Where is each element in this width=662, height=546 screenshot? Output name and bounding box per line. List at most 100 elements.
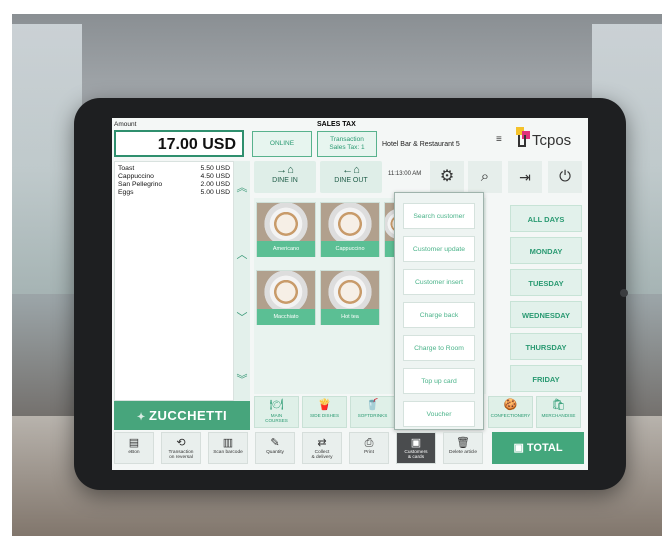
product-macchiato[interactable]: Macchiato bbox=[256, 270, 316, 325]
main-courses-icon: 🍽 bbox=[269, 399, 284, 411]
day-monday[interactable]: MONDAY bbox=[510, 237, 582, 264]
total-label: TOTAL bbox=[526, 442, 563, 454]
settings-gear-icon[interactable]: ⚙ bbox=[430, 161, 464, 193]
popup-top-up-card[interactable]: Top up card bbox=[403, 368, 475, 394]
customers-cards-button[interactable]: ▣ Customers & cards bbox=[396, 432, 436, 464]
trash-icon: 🗑 bbox=[456, 437, 470, 449]
day-thursday[interactable]: THURSDAY bbox=[510, 333, 582, 360]
americano-image bbox=[257, 203, 315, 241]
dine-out-icon: ←⌂ bbox=[342, 164, 360, 176]
popup-voucher[interactable]: Voucher bbox=[403, 401, 475, 427]
order-scrollbar[interactable]: ︽ ︿ ﹀ ︾ bbox=[234, 161, 250, 401]
dine-in-button[interactable]: →⌂ DINE IN bbox=[254, 161, 316, 193]
dine-in-label: DINE IN bbox=[272, 177, 298, 184]
category-softdrinks[interactable]: 🥤 SOFTDRINKS bbox=[350, 396, 395, 428]
power-icon[interactable]: ⏻ bbox=[548, 161, 582, 193]
popup-charge-back[interactable]: Charge back bbox=[403, 302, 475, 328]
day-wednesday[interactable]: WEDNESDAY bbox=[510, 301, 582, 328]
print-button[interactable]: ⎙ Print bbox=[349, 432, 389, 464]
scan-barcode-button[interactable]: ▥ Scan barcode bbox=[208, 432, 248, 464]
confectionery-icon: 🍪 bbox=[503, 399, 518, 411]
customer-card-icon: ▣ bbox=[410, 437, 422, 449]
product-label: Hot tea bbox=[321, 309, 379, 325]
day-friday[interactable]: FRIDAY bbox=[510, 365, 582, 392]
popup-charge-to-room[interactable]: Charge to Room bbox=[403, 335, 475, 361]
delete-article-button[interactable]: 🗑 Delete article bbox=[443, 432, 483, 464]
order-row[interactable]: Eggs 5.00 USD bbox=[115, 189, 233, 197]
quantity-button[interactable]: ✎ Quantity bbox=[255, 432, 295, 464]
window-left bbox=[12, 24, 82, 294]
zucchetti-logo-icon: ✦ bbox=[136, 412, 149, 423]
search-icon[interactable]: ⌕ bbox=[468, 161, 502, 193]
order-list: Toast 5.50 USD Cappuccino 4.50 USD San Pelle… bbox=[114, 161, 234, 401]
category-main-courses[interactable]: 🍽 MAIN COURSES bbox=[254, 396, 299, 428]
order-item-name: San Pellegrino bbox=[118, 181, 163, 188]
category-merchandise[interactable]: 🛍 MERCHANDISE bbox=[536, 396, 581, 428]
dine-out-label: DINE OUT bbox=[334, 177, 368, 184]
logout-icon[interactable]: ⇥ bbox=[508, 161, 542, 193]
printer-icon: ⎙ bbox=[364, 437, 374, 449]
product-cappuccino[interactable]: Cappuccino bbox=[320, 202, 380, 257]
order-item-price: 2.00 USD bbox=[200, 181, 230, 188]
chevron-down-icon[interactable]: ﹀ bbox=[234, 309, 250, 325]
tool-label: eBon bbox=[128, 450, 140, 455]
order-item-name: Cappuccino bbox=[118, 173, 154, 180]
chevron-up-icon[interactable]: ︿ bbox=[234, 246, 250, 262]
cash-icon: ▣ bbox=[513, 442, 527, 454]
order-row[interactable]: Toast 5.50 USD bbox=[115, 165, 233, 173]
clock-time: 11:13:00 AM bbox=[388, 171, 422, 177]
reverse-icon: ⟲ bbox=[176, 437, 186, 449]
delivery-icon: ⇄ bbox=[317, 437, 327, 449]
tool-label-2: on reversal bbox=[169, 455, 193, 460]
total-button[interactable]: ▣ TOTAL bbox=[492, 432, 584, 464]
menu-icon[interactable]: ≡ bbox=[496, 134, 502, 145]
popup-search-customer[interactable]: Search customer bbox=[403, 203, 475, 229]
order-item-name: Toast bbox=[118, 165, 135, 172]
product-label: Americano bbox=[257, 241, 315, 257]
customers-popup-menu: Search customer Customer update Customer… bbox=[394, 192, 484, 430]
macchiato-image bbox=[257, 271, 315, 309]
receipt-icon: ▤ bbox=[128, 437, 140, 449]
sales-tax-value: Sales Tax: 1 bbox=[329, 144, 365, 151]
order-item-price: 5.00 USD bbox=[200, 189, 230, 196]
venue-name: Hotel Bar & Restaurant 5 bbox=[382, 141, 460, 148]
popup-customer-update[interactable]: Customer update bbox=[403, 236, 475, 262]
tool-label-2: & cards bbox=[407, 455, 425, 460]
chevron-double-up-icon[interactable]: ︽ bbox=[234, 179, 250, 195]
category-label-2: COURSES bbox=[265, 418, 288, 423]
online-button[interactable]: ONLINE bbox=[252, 131, 312, 157]
tool-label: Quantity bbox=[266, 450, 284, 455]
brand-text: ZUCCHETTI bbox=[149, 408, 228, 423]
transaction-label: Transaction bbox=[330, 136, 364, 143]
zucchetti-brand: ✦ ZUCCHETTI bbox=[114, 401, 250, 430]
pencil-icon: ✎ bbox=[270, 437, 280, 449]
product-hot-tea[interactable]: Hot tea bbox=[320, 270, 380, 325]
category-side-dishes[interactable]: 🍟 SIDE DISHES bbox=[302, 396, 347, 428]
tool-label: Scan barcode bbox=[213, 450, 243, 455]
transaction-tax-button[interactable]: Transaction Sales Tax: 1 bbox=[317, 131, 377, 157]
popup-customer-insert[interactable]: Customer insert bbox=[403, 269, 475, 295]
product-americano[interactable]: Americano bbox=[256, 202, 316, 257]
amount-display: 17.00 USD bbox=[114, 130, 244, 157]
barcode-icon: ▥ bbox=[222, 437, 234, 449]
hot-tea-image bbox=[321, 271, 379, 309]
product-label: Cappuccino bbox=[321, 241, 379, 257]
amount-label: Amount bbox=[114, 121, 137, 128]
cappuccino-image bbox=[321, 203, 379, 241]
category-confectionery[interactable]: 🍪 CONFECTIONERY bbox=[488, 396, 533, 428]
order-rows: Toast 5.50 USD Cappuccino 4.50 USD San Pelle… bbox=[115, 162, 233, 197]
order-row[interactable]: San Pellegrino 2.00 USD bbox=[115, 181, 233, 189]
side-dishes-icon: 🍟 bbox=[317, 399, 332, 411]
day-all-days[interactable]: ALL DAYS bbox=[510, 205, 582, 232]
tcpos-logo: Tcpos bbox=[532, 132, 572, 149]
category-label: CONFECTIONERY bbox=[490, 413, 531, 418]
order-row[interactable]: Cappuccino 4.50 USD bbox=[115, 173, 233, 181]
tool-label-2: & delivery bbox=[311, 455, 333, 460]
dine-out-button[interactable]: ←⌂ DINE OUT bbox=[320, 161, 382, 193]
category-label: MERCHANDISE bbox=[541, 413, 576, 418]
ebon-button[interactable]: ▤ eBon bbox=[114, 432, 154, 464]
collect-delivery-button[interactable]: ⇄ Collect & delivery bbox=[302, 432, 342, 464]
day-tuesday[interactable]: TUESDAY bbox=[510, 269, 582, 296]
transaction-reversal-button[interactable]: ⟲ Transaction on reversal bbox=[161, 432, 201, 464]
chevron-double-down-icon[interactable]: ︾ bbox=[234, 371, 250, 387]
